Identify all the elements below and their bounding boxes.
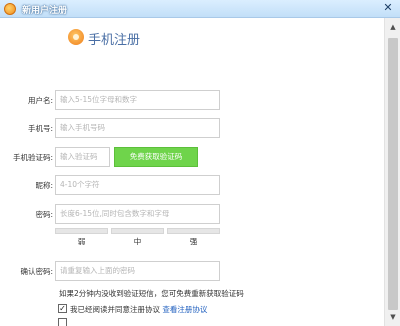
strength-label-strong: 强 <box>189 237 198 246</box>
secondary-checkbox[interactable] <box>58 318 67 326</box>
scrollbar-thumb[interactable] <box>388 38 398 310</box>
second-checkbox-row <box>58 318 67 326</box>
get-code-button[interactable]: 免费获取验证码 <box>114 147 198 167</box>
code-input[interactable]: 输入验证码 <box>55 147 110 167</box>
agreement-checkbox[interactable]: ✓ <box>58 304 67 313</box>
nickname-input[interactable]: 4-10个字符 <box>55 175 220 195</box>
app-logo-icon <box>4 3 16 15</box>
username-row: 用户名: 输入5-15位字母和数字 <box>0 90 384 110</box>
strength-bar-medium <box>111 228 164 234</box>
nickname-label: 昵称: <box>35 181 53 190</box>
title-bar: 新用户注册 ✕ <box>0 0 400 18</box>
password-label: 密码: <box>35 210 53 219</box>
confirm-password-row: 确认密码: 请重复输入上面的密码 <box>0 261 384 281</box>
phone-input[interactable]: 输入手机号码 <box>55 118 220 138</box>
username-label: 用户名: <box>27 96 53 105</box>
agreement-label: 我已经阅读并同意注册协议 <box>70 305 160 314</box>
strength-bar-weak <box>55 228 108 234</box>
code-label: 手机验证码: <box>12 153 53 162</box>
strength-bar-strong <box>167 228 220 234</box>
code-row: 手机验证码: 输入验证码 免费获取验证码 <box>0 147 384 167</box>
window-title: 新用户注册 <box>22 6 68 16</box>
username-input[interactable]: 输入5-15位字母和数字 <box>55 90 220 110</box>
strength-label-medium: 中 <box>133 237 142 246</box>
confirm-password-input[interactable]: 请重复输入上面的密码 <box>55 261 220 281</box>
close-icon[interactable]: ✕ <box>382 2 394 14</box>
scroll-down-arrow-icon[interactable]: ▼ <box>385 310 400 324</box>
page-title: 手机注册 <box>88 33 141 48</box>
scroll-up-arrow-icon[interactable]: ▲ <box>385 20 400 34</box>
vertical-scrollbar[interactable]: ▲ ▼ <box>384 18 400 326</box>
agreement-text: 我已经阅读并同意注册协议 查看注册协议 <box>70 304 207 315</box>
password-strength-meter: 弱 中 强 <box>55 228 220 248</box>
password-input[interactable]: 长度6-15位,同时包含数字和字母 <box>55 204 220 224</box>
confirm-password-label: 确认密码: <box>20 267 53 276</box>
phone-label: 手机号: <box>27 124 53 133</box>
registration-form: 手机注册 用户名: 输入5-15位字母和数字 手机号: 输入手机号码 手机验证码… <box>0 18 384 326</box>
view-agreement-link[interactable]: 查看注册协议 <box>162 305 207 314</box>
password-row: 密码: 长度6-15位,同时包含数字和字母 <box>0 204 384 224</box>
sms-hint-text: 如果2分钟内没收到验证短信，您可免费重新获取验证码 <box>59 289 244 298</box>
phone-row: 手机号: 输入手机号码 <box>0 118 384 138</box>
strength-label-weak: 弱 <box>77 237 86 246</box>
phone-register-logo-icon <box>68 29 84 45</box>
nickname-row: 昵称: 4-10个字符 <box>0 175 384 195</box>
